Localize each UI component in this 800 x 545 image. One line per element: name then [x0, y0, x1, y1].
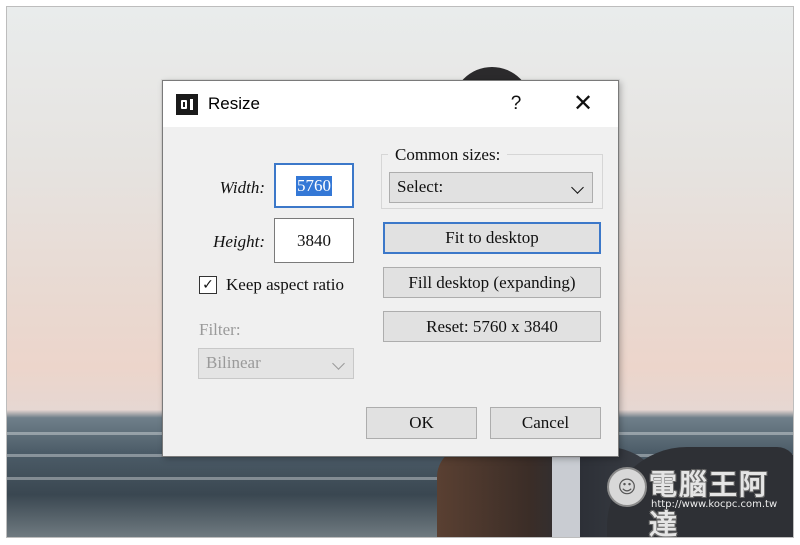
width-input[interactable]: 5760 — [274, 163, 354, 208]
height-label: Height: — [213, 232, 265, 251]
width-label: Width: — [219, 178, 265, 197]
watermark: ☺ 電腦王阿達 http://www.kocpc.com.tw — [607, 459, 793, 537]
common-sizes-select-value: Select: — [397, 177, 444, 196]
watermark-logo-icon: ☺ — [607, 467, 647, 507]
fill-desktop-button[interactable]: Fill desktop (expanding) — [383, 267, 601, 298]
fit-to-desktop-button[interactable]: Fit to desktop — [383, 222, 601, 254]
person-strap — [552, 447, 580, 537]
reset-size-button[interactable]: Reset: 5760 x 3840 — [383, 311, 601, 342]
common-sizes-select[interactable]: Select: — [389, 172, 593, 203]
chevron-down-icon — [571, 181, 584, 194]
filter-select-value: Bilinear — [206, 353, 261, 372]
common-sizes-label: Common sizes: — [388, 145, 508, 165]
height-input[interactable]: 3840 — [274, 218, 354, 263]
app-icon — [176, 94, 198, 115]
dialog-title: Resize — [208, 94, 260, 113]
chevron-down-icon — [332, 357, 345, 370]
close-button[interactable]: ✕ — [563, 89, 603, 119]
cancel-button[interactable]: Cancel — [490, 407, 601, 439]
height-value: 3840 — [297, 230, 331, 250]
ok-button[interactable]: OK — [366, 407, 477, 439]
width-value: 5760 — [296, 175, 332, 196]
resize-dialog: Resize ? ✕ Width: 5760 Height: 3840 ✓ Ke… — [162, 80, 619, 457]
keep-aspect-label[interactable]: Keep aspect ratio — [226, 275, 344, 295]
help-button[interactable]: ? — [498, 89, 534, 119]
dialog-titlebar[interactable]: Resize ? ✕ — [163, 81, 618, 127]
filter-label: Filter: — [199, 320, 241, 339]
watermark-url: http://www.kocpc.com.tw — [651, 499, 778, 510]
filter-select: Bilinear — [198, 348, 354, 379]
keep-aspect-checkbox[interactable]: ✓ — [199, 276, 217, 294]
